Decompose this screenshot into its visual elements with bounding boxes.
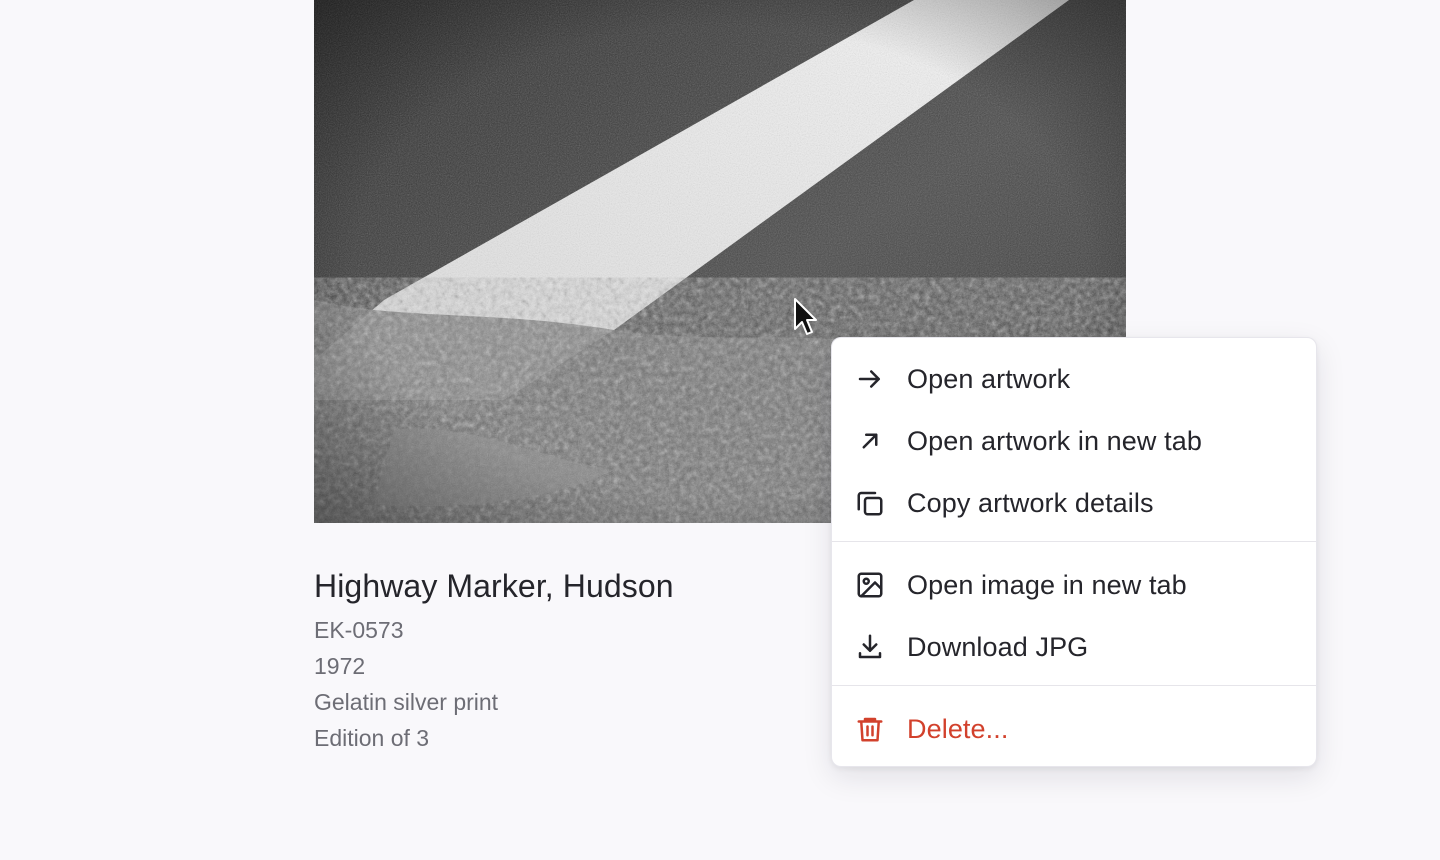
menu-item-label: Delete... [907, 713, 1009, 744]
artwork-title: Highway Marker, Hudson [314, 568, 674, 604]
menu-item-label: Open artwork [907, 363, 1071, 394]
artwork-year: 1972 [314, 653, 366, 679]
menu-item-label: Open image in new tab [907, 569, 1187, 600]
menu-item-open-artwork-new-tab[interactable]: Open artwork in new tab [832, 410, 1316, 472]
artwork-edition: Edition of 3 [314, 725, 430, 751]
menu-item-label: Download JPG [907, 631, 1089, 662]
artwork-accession-number: EK-0573 [314, 617, 404, 643]
menu-item-open-image-new-tab[interactable]: Open image in new tab [832, 554, 1316, 616]
artwork-detail-page: Highway Marker, Hudson EK-0573 1972 Gela… [0, 0, 1440, 860]
image-icon [855, 570, 885, 600]
mouse-cursor-icon [794, 298, 817, 335]
menu-item-delete[interactable]: Delete... [832, 698, 1316, 760]
copy-icon [855, 488, 885, 518]
menu-divider [832, 685, 1316, 686]
context-menu: Open artwork Open artwork in new tab Cop… [831, 337, 1317, 767]
artwork-medium: Gelatin silver print [314, 689, 499, 715]
trash-icon [855, 714, 885, 744]
arrow-up-right-icon [855, 426, 885, 456]
download-icon [855, 632, 885, 662]
artwork-metadata: Highway Marker, Hudson EK-0573 1972 Gela… [314, 566, 674, 756]
arrow-right-icon [855, 364, 885, 394]
menu-item-open-artwork[interactable]: Open artwork [832, 348, 1316, 410]
menu-divider [832, 541, 1316, 542]
menu-item-copy-artwork-details[interactable]: Copy artwork details [832, 472, 1316, 534]
menu-item-label: Copy artwork details [907, 487, 1154, 518]
menu-item-download-jpg[interactable]: Download JPG [832, 616, 1316, 678]
menu-item-label: Open artwork in new tab [907, 425, 1202, 456]
